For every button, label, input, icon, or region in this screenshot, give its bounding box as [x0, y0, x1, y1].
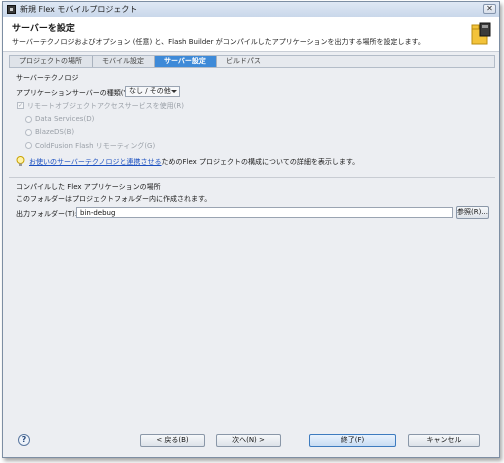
- chevron-down-icon: [171, 90, 177, 93]
- folder-wizard-icon: [471, 22, 491, 45]
- window-title: 新規 Flex モバイルプロジェクト: [20, 5, 138, 14]
- radio-data-services[interactable]: [25, 116, 32, 123]
- wizard-header: サーバーを設定 サーバーテクノロジおよびオプション (任意) と、Flash B…: [3, 17, 499, 52]
- server-type-select[interactable]: なし / その他: [125, 86, 180, 97]
- page-title: サーバーを設定: [12, 24, 75, 34]
- page-description: サーバーテクノロジおよびオプション (任意) と、Flash Builder が…: [12, 38, 425, 46]
- app-icon: [7, 5, 16, 14]
- browse-button[interactable]: 参照(R)...: [456, 206, 489, 219]
- help-button[interactable]: ?: [18, 434, 30, 446]
- step-project-location[interactable]: プロジェクトの場所: [10, 56, 93, 67]
- output-folder-label: 出力フォルダー(T):: [16, 210, 78, 218]
- cancel-button[interactable]: キャンセル: [408, 434, 480, 447]
- server-technology-link[interactable]: お使いのサーバーテクノロジと連携させる: [29, 158, 162, 166]
- step-mobile-settings[interactable]: モバイル設定: [93, 56, 155, 67]
- output-hint: このフォルダーはプロジェクトフォルダー内に作成されます。: [16, 195, 212, 203]
- wizard-window: 新規 Flex モバイルプロジェクト ✕ サーバーを設定 サーバーテクノロジおよ…: [2, 1, 500, 458]
- wizard-steps: プロジェクトの場所 モバイル設定 サーバー設定 ビルドパス: [9, 55, 495, 68]
- info-line: お使いのサーバーテクノロジと連携させるためのFlex プロジェクトの構成について…: [29, 157, 359, 167]
- remote-access-label: リモートオブジェクトアクセスサービスを使用(R): [27, 102, 184, 110]
- lightbulb-icon: [16, 156, 25, 166]
- server-type-value: なし / その他: [129, 87, 171, 95]
- finish-button[interactable]: 終了(F): [309, 434, 396, 447]
- remote-access-checkbox[interactable]: ✓: [17, 102, 24, 109]
- server-type-label: アプリケーションサーバーの種類(Y):: [16, 89, 133, 97]
- section-divider: [9, 177, 495, 178]
- radio-blazeds-label: BlazeDS(B): [35, 128, 75, 136]
- radio-data-services-label: Data Services(D): [35, 115, 95, 123]
- step-build-path[interactable]: ビルドパス: [217, 56, 271, 67]
- radio-coldfusion-label: ColdFusion Flash リモーティング(G): [35, 142, 156, 150]
- back-button[interactable]: < 戻る(B): [140, 434, 205, 447]
- output-section-label: コンパイルした Flex アプリケーションの場所: [16, 183, 161, 191]
- output-folder-input[interactable]: [76, 207, 453, 218]
- step-server-settings[interactable]: サーバー設定: [155, 56, 217, 67]
- info-text: ためのFlex プロジェクトの構成についての詳細を表示します。: [161, 158, 360, 166]
- close-button[interactable]: ✕: [483, 4, 496, 14]
- radio-blazeds[interactable]: [25, 129, 32, 136]
- server-section-label: サーバーテクノロジ: [16, 74, 79, 82]
- radio-coldfusion[interactable]: [25, 142, 32, 149]
- title-bar: 新規 Flex モバイルプロジェクト ✕: [3, 2, 499, 18]
- next-button[interactable]: 次へ(N) >: [216, 434, 281, 447]
